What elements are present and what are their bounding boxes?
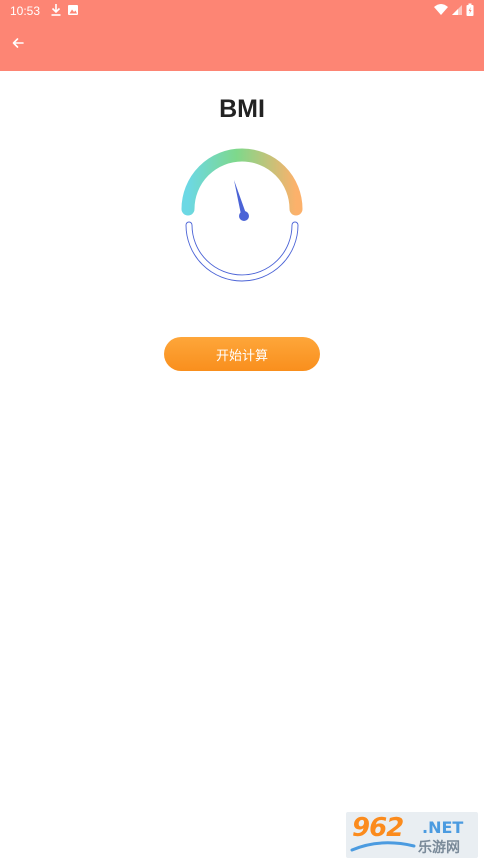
status-time: 10:53	[10, 4, 41, 18]
top-app-bar: 10:53	[0, 0, 484, 71]
download-icon	[49, 3, 63, 17]
gauge-inner-arc	[191, 224, 293, 276]
battery-icon	[465, 3, 475, 17]
signal-icon	[450, 3, 464, 17]
page-title: BMI	[219, 95, 265, 123]
watermark-logo: 962 .NET 乐游网	[346, 812, 478, 858]
gauge-outline-arc	[185, 224, 299, 282]
back-button[interactable]	[6, 33, 30, 57]
swoosh-icon	[350, 840, 416, 854]
photo-icon	[66, 3, 80, 17]
status-bar: 10:53	[0, 0, 484, 22]
bmi-gauge	[172, 145, 312, 293]
start-calculation-button[interactable]: 开始计算	[164, 337, 320, 371]
watermark-site-name: 乐游网	[418, 840, 460, 856]
screen: 10:53 BMI 开始计算 962 .NET 乐游网	[0, 0, 484, 862]
watermark-domain: .NET	[422, 818, 464, 837]
arrow-left-icon	[11, 36, 25, 55]
watermark-number: 962	[352, 813, 404, 843]
gauge-needle-hub	[239, 211, 249, 221]
gauge-color-arc	[181, 148, 303, 216]
wifi-icon	[433, 3, 449, 17]
